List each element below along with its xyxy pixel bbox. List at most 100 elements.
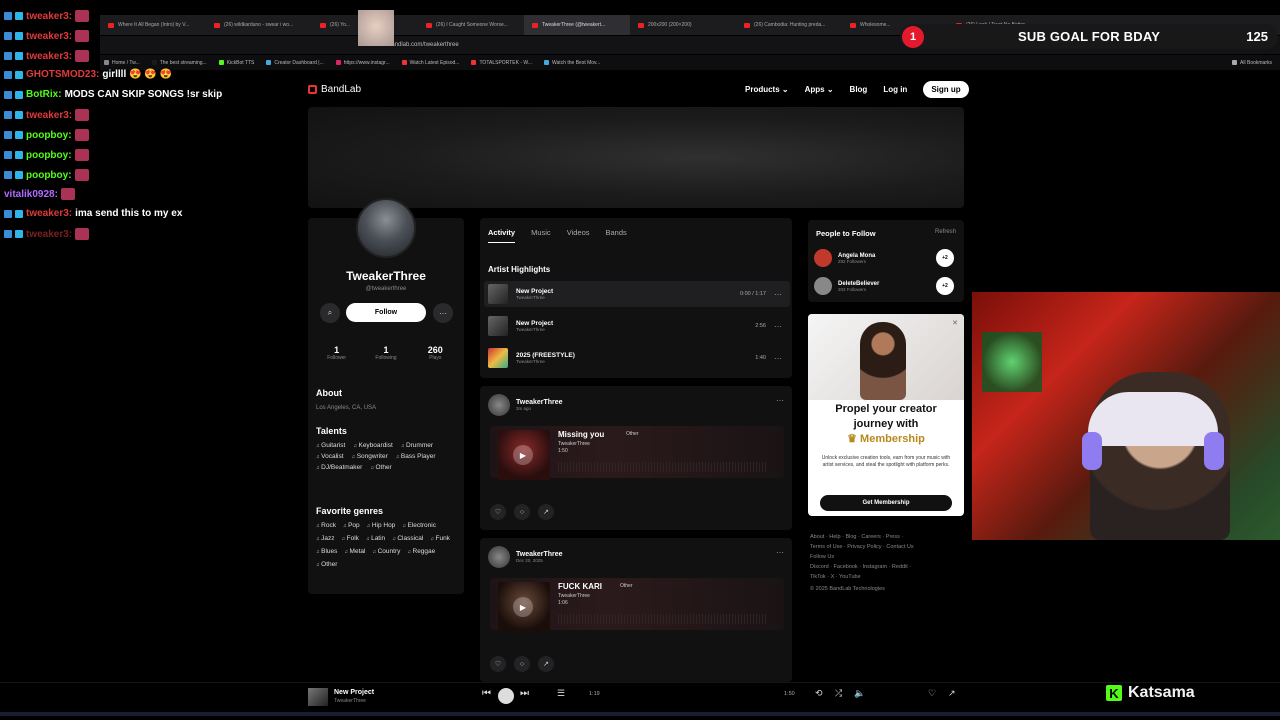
nav-apps[interactable]: Apps ⌄: [805, 85, 834, 94]
mod-badge-icon: [4, 151, 12, 159]
highlight-track[interactable]: New Project TweakerThree 0:00 / 1:17 ···: [484, 281, 790, 307]
address-text[interactable]: bandlab.com/tweakerthree: [388, 42, 459, 48]
chat-username[interactable]: BotRix:: [26, 89, 62, 100]
chat-username[interactable]: tweaker3:: [26, 110, 72, 121]
tab-bands[interactable]: Bands: [605, 228, 626, 243]
track-card[interactable]: ▶ FUCK KARI Other TweakerThree 1:06: [490, 578, 784, 632]
suggested-user[interactable]: Angela Mona 292 Followers +2: [814, 247, 960, 269]
share-icon[interactable]: ↗: [948, 688, 956, 699]
browser-tab[interactable]: TweakerThree (@tweakert...: [524, 15, 630, 35]
sub-badge-icon: [15, 12, 23, 20]
chat-username[interactable]: poopboy:: [26, 130, 72, 141]
chat-username[interactable]: tweaker3:: [26, 51, 72, 62]
bookmark-item[interactable]: Watch Latest Episod...: [401, 60, 459, 66]
waveform[interactable]: [558, 462, 768, 472]
more-icon[interactable]: ···: [774, 290, 782, 299]
refresh-link[interactable]: Refresh: [935, 229, 956, 235]
more-icon[interactable]: ···: [774, 354, 782, 363]
chat-username[interactable]: GHOTSMOD23:: [26, 69, 99, 80]
profile-stat[interactable]: 260 Plays: [411, 345, 460, 367]
bandlab-logo[interactable]: BandLab: [308, 84, 361, 95]
bookmark-item[interactable]: Watch the Best Mov...: [543, 60, 600, 66]
share-icon[interactable]: ↗: [538, 656, 554, 672]
chat-username[interactable]: tweaker3:: [26, 229, 72, 240]
track-artist: TweakerThree: [516, 295, 545, 300]
share-icon[interactable]: ↗: [538, 504, 554, 520]
like-icon[interactable]: ♡: [928, 688, 936, 699]
about-title: About: [316, 388, 342, 398]
talent-tag: Vocalist: [316, 453, 343, 460]
follow-plus-button[interactable]: +2: [936, 249, 954, 267]
tab-music[interactable]: Music: [531, 228, 551, 243]
profile-stats: 1 Follower 1 Following 260 Plays: [312, 345, 460, 367]
post-author[interactable]: TweakerThree: [516, 551, 563, 558]
more-icon[interactable]: ···: [774, 322, 782, 331]
bookmark-icon: [335, 59, 341, 65]
taskbar-edge: [0, 712, 1280, 716]
next-icon[interactable]: ⏭: [520, 688, 529, 699]
profile-stat[interactable]: 1 Following: [361, 345, 410, 367]
repeat-icon[interactable]: ⟲: [815, 688, 823, 699]
browser-tab[interactable]: (26) I Caught Someone Worse...: [418, 15, 524, 35]
comment-icon[interactable]: ○: [514, 656, 530, 672]
bookmark-item[interactable]: All Bookmarks: [1232, 60, 1272, 66]
profile-avatar[interactable]: [356, 198, 416, 258]
queue-icon[interactable]: ☰: [557, 688, 565, 699]
tab-videos[interactable]: Videos: [567, 228, 590, 243]
volume-icon[interactable]: 🔈: [854, 688, 865, 699]
chat-username[interactable]: poopboy:: [26, 150, 72, 161]
chevron-down-icon: ⌄: [826, 84, 834, 94]
waveform[interactable]: [558, 614, 768, 624]
kick-logo-icon: K: [1106, 685, 1122, 701]
more-icon[interactable]: ···: [776, 396, 784, 405]
bookmark-item[interactable]: TOTALSPORTEK - W...: [471, 60, 532, 66]
chat-username[interactable]: poopboy:: [26, 170, 72, 181]
profile-stat[interactable]: 1 Follower: [312, 345, 361, 367]
highlight-track[interactable]: 2025 (FREESTYLE) TweakerThree 1:40 ···: [484, 345, 790, 371]
tab-activity[interactable]: Activity: [488, 228, 516, 243]
mod-badge-icon: [4, 111, 12, 119]
previous-icon[interactable]: ⏮: [482, 688, 491, 699]
browser-tab[interactable]: 200x200 (200×200): [630, 15, 736, 35]
post-author[interactable]: TweakerThree: [516, 399, 563, 406]
chat-message: GHOTSMOD23: girllll 😍 😍 😍: [4, 69, 172, 80]
mod-badge-icon: [4, 209, 12, 218]
track-card[interactable]: ▶ Missing you Other TweakerThree 1:50: [490, 426, 784, 480]
avatar[interactable]: [814, 249, 832, 267]
like-icon[interactable]: ♡: [490, 504, 506, 520]
nav-blog[interactable]: Blog: [850, 85, 868, 94]
emote-icon: [75, 50, 90, 62]
sub-goal-number: 1: [902, 25, 924, 48]
play-pause-button[interactable]: [498, 688, 514, 704]
highlight-track[interactable]: New Project TweakerThree 2:56 ···: [484, 313, 790, 339]
get-membership-button[interactable]: Get Membership: [820, 495, 952, 511]
search-button[interactable]: ⌕: [320, 303, 340, 323]
browser-tab[interactable]: (26) Cambodia: Hunting preda...: [736, 15, 842, 35]
chat-username[interactable]: tweaker3:: [26, 11, 72, 22]
talent-tag: Bass Player: [396, 453, 436, 460]
comment-icon[interactable]: ○: [514, 504, 530, 520]
play-icon[interactable]: ▶: [513, 445, 533, 465]
track-title: New Project: [516, 288, 554, 295]
track-duration: 1:50: [558, 448, 568, 454]
talents-list: Guitarist Keyboardist Drummer Vocalist Songw…: [316, 442, 458, 471]
shuffle-icon[interactable]: ⤮: [835, 688, 842, 699]
nav-login[interactable]: Log in: [883, 85, 907, 94]
more-icon[interactable]: ···: [776, 548, 784, 557]
post-avatar[interactable]: [488, 546, 510, 568]
follow-plus-button[interactable]: +2: [936, 277, 954, 295]
avatar[interactable]: [814, 277, 832, 295]
like-icon[interactable]: ♡: [490, 656, 506, 672]
more-button[interactable]: ···: [433, 303, 453, 323]
follow-button[interactable]: Follow: [346, 303, 426, 322]
signup-button[interactable]: Sign up: [923, 80, 969, 98]
chat-username[interactable]: tweaker3:: [26, 208, 72, 219]
close-icon[interactable]: ✕: [952, 319, 958, 327]
chat-username[interactable]: vitalik0928:: [4, 189, 58, 200]
chat-username[interactable]: tweaker3:: [26, 31, 72, 42]
suggested-user[interactable]: DeleteBeliever 203 Followers +2: [814, 275, 960, 297]
play-icon[interactable]: ▶: [513, 597, 533, 617]
post-avatar[interactable]: [488, 394, 510, 416]
bookmark-item[interactable]: https://www.instagr...: [335, 59, 390, 66]
nav-products[interactable]: Products ⌄: [745, 85, 789, 94]
